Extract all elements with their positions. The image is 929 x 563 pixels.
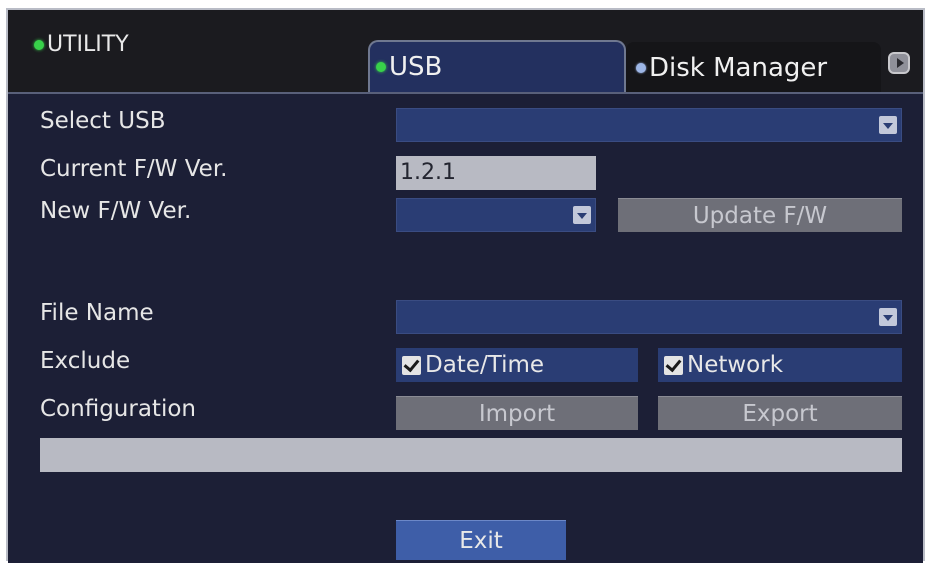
exclude-network-label: Network — [687, 352, 784, 378]
tab-disk-manager[interactable]: Disk Manager — [626, 42, 881, 94]
tab-usb-label: USB — [389, 52, 443, 82]
progress-bar — [40, 438, 902, 472]
new-fw-dropdown[interactable] — [396, 198, 596, 232]
exit-button[interactable]: Exit — [396, 520, 566, 560]
exclude-datetime-checkbox[interactable]: Date/Time — [396, 348, 638, 382]
dialog-title: UTILITY — [34, 32, 129, 57]
select-usb-label: Select USB — [40, 108, 166, 134]
dialog-header: UTILITY USB Disk Manager — [8, 10, 923, 94]
exclude-datetime-label: Date/Time — [425, 352, 545, 378]
checkbox-checked-icon[interactable] — [402, 355, 421, 375]
dialog-title-text: UTILITY — [47, 32, 129, 57]
file-name-dropdown[interactable] — [396, 300, 902, 334]
current-fw-label: Current F/W Ver. — [40, 156, 228, 182]
exclude-label: Exclude — [40, 348, 131, 374]
update-fw-button[interactable]: Update F/W — [618, 198, 902, 232]
usb-panel: Select USB Current F/W Ver. 1.2.1 New F/… — [8, 92, 923, 563]
checkbox-checked-icon[interactable] — [664, 355, 683, 375]
tab-disk-manager-led-icon — [636, 63, 646, 73]
new-fw-label: New F/W Ver. — [40, 198, 192, 224]
tab-disk-manager-label: Disk Manager — [649, 53, 828, 83]
utility-dialog: UTILITY USB Disk Manager Select USB Curr… — [6, 8, 925, 563]
chevron-down-icon[interactable] — [879, 116, 897, 134]
file-name-label: File Name — [40, 300, 154, 326]
select-usb-dropdown[interactable] — [396, 108, 902, 142]
chevron-down-icon[interactable] — [573, 206, 591, 224]
tab-usb[interactable]: USB — [368, 40, 626, 92]
chevron-down-icon[interactable] — [879, 308, 897, 326]
status-led-icon — [34, 39, 44, 50]
chevron-right-icon[interactable] — [888, 52, 910, 74]
configuration-label: Configuration — [40, 396, 196, 422]
current-fw-field: 1.2.1 — [396, 156, 596, 190]
exclude-network-checkbox[interactable]: Network — [658, 348, 902, 382]
import-button[interactable]: Import — [396, 396, 638, 430]
tab-usb-led-icon — [376, 62, 386, 72]
export-button[interactable]: Export — [658, 396, 902, 430]
